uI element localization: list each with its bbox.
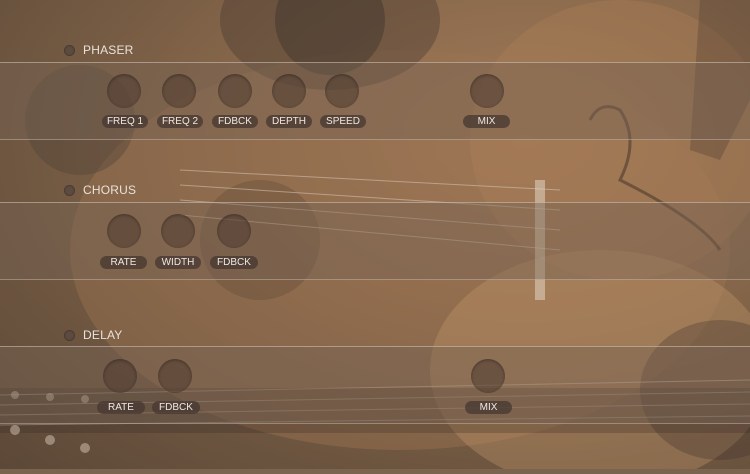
- delay-rate-knob[interactable]: [103, 359, 137, 393]
- delay-title: DELAY: [83, 328, 123, 342]
- delay-mix-knob[interactable]: [471, 359, 505, 393]
- phaser-freq1-label: FREQ 1: [102, 115, 148, 128]
- phaser-speed-label: SPEED: [320, 115, 366, 128]
- delay-power-led[interactable]: [64, 329, 75, 341]
- phaser-mix-label: MIX: [463, 115, 510, 128]
- phaser-header: PHASER: [64, 43, 134, 57]
- phaser-freq2-label: FREQ 2: [157, 115, 203, 128]
- phaser-depth-knob[interactable]: [272, 74, 306, 108]
- chorus-fdbck-label: FDBCK: [210, 256, 258, 269]
- chorus-width-label: WIDTH: [155, 256, 201, 269]
- chorus-rate-label: RATE: [100, 256, 147, 269]
- chorus-header: CHORUS: [64, 183, 136, 197]
- phaser-freq2-knob[interactable]: [162, 74, 196, 108]
- phaser-title: PHASER: [83, 43, 134, 57]
- chorus-width-knob[interactable]: [161, 214, 195, 248]
- phaser-mix-knob[interactable]: [470, 74, 504, 108]
- delay-rate-label: RATE: [97, 401, 145, 414]
- phaser-power-led[interactable]: [64, 44, 75, 56]
- phaser-fdbck-knob[interactable]: [218, 74, 252, 108]
- phaser-speed-knob[interactable]: [325, 74, 359, 108]
- chorus-rate-knob[interactable]: [107, 214, 141, 248]
- chorus-fdbck-knob[interactable]: [217, 214, 251, 248]
- phaser-freq1-knob[interactable]: [107, 74, 141, 108]
- phaser-fdbck-label: FDBCK: [212, 115, 258, 128]
- delay-fdbck-label: FDBCK: [152, 401, 200, 414]
- phaser-depth-label: DEPTH: [266, 115, 312, 128]
- delay-mix-label: MIX: [465, 401, 512, 414]
- delay-fdbck-knob[interactable]: [158, 359, 192, 393]
- chorus-title: CHORUS: [83, 183, 137, 197]
- chorus-power-led[interactable]: [64, 184, 75, 196]
- delay-header: DELAY: [64, 328, 122, 342]
